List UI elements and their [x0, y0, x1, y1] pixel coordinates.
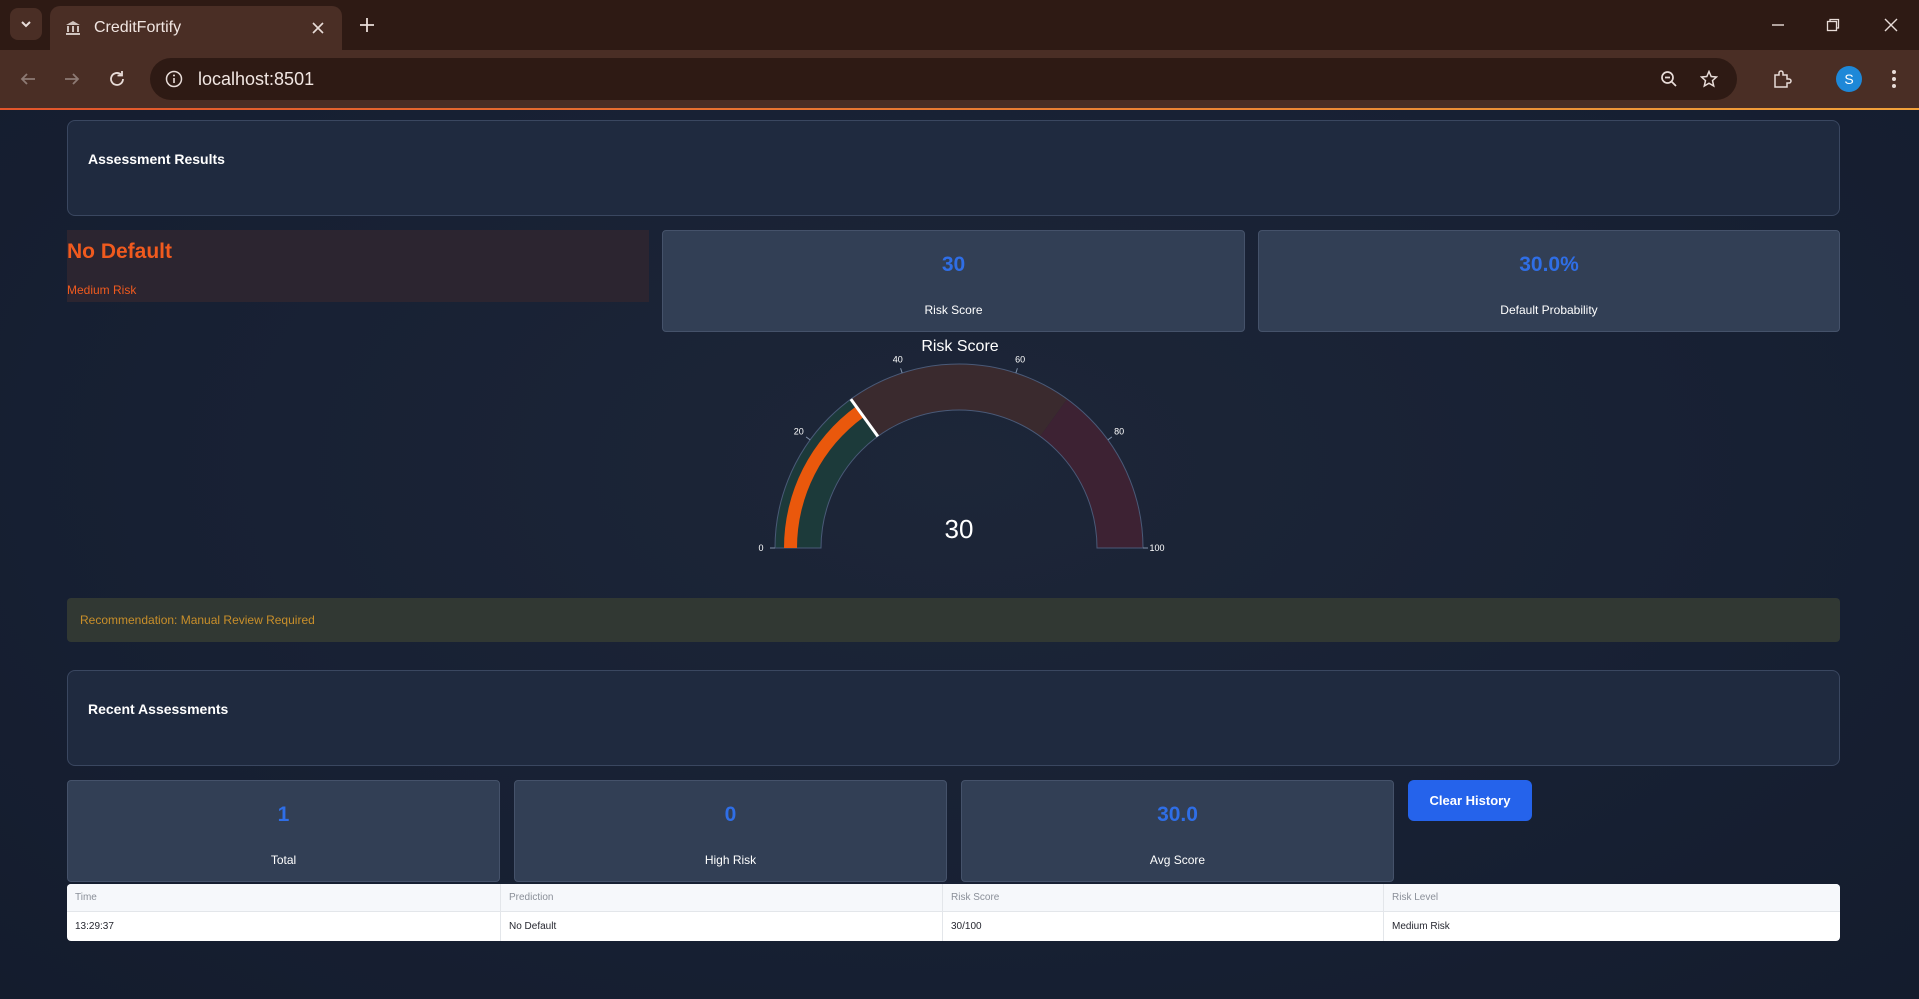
app-main: Assessment Results No Default Medium Ris…: [0, 110, 1919, 999]
gauge-tick-label: 0: [758, 543, 763, 553]
gauge-tick: [805, 436, 811, 441]
gauge-tick: [1015, 368, 1018, 374]
tab-search-button[interactable]: [10, 8, 42, 40]
assessment-results-title: Assessment Results: [88, 151, 225, 167]
risk-score-value: 30: [941, 253, 966, 276]
avg-score-value: 30.0: [1157, 803, 1198, 826]
close-tab-icon[interactable]: [308, 18, 328, 38]
more-menu-icon[interactable]: [1878, 63, 1910, 95]
browser-tabstrip: CreditFortify: [0, 0, 1919, 50]
gauge-tick-label: 100: [1149, 543, 1164, 553]
default-probability-label: Default Probability: [1500, 303, 1598, 317]
browser-tab[interactable]: CreditFortify: [50, 6, 342, 50]
avg-score-metric: 30.0 Avg Score: [961, 780, 1394, 882]
high-risk-metric: 0 High Risk: [514, 780, 947, 882]
col-header-risk-level[interactable]: Risk Level: [1384, 884, 1840, 911]
high-risk-label: High Risk: [704, 853, 757, 867]
total-value: 1: [277, 803, 290, 826]
gauge-tick-label: 80: [1114, 427, 1124, 437]
col-header-risk-score[interactable]: Risk Score: [943, 884, 1384, 911]
cell-prediction: No Default: [501, 912, 943, 941]
cell-risk-score: 30/100: [943, 912, 1384, 941]
total-metric: 1 Total: [67, 780, 500, 882]
history-table: Time Prediction Risk Score Risk Level 13…: [67, 884, 1840, 941]
high-risk-value: 0: [724, 803, 737, 826]
risk-score-gauge: Risk Score 0 20 40 60 80 100 30: [740, 338, 1180, 598]
gauge-tick: [900, 368, 903, 374]
gauge-band-1: [850, 364, 1068, 437]
url-text[interactable]: localhost:8501: [198, 69, 1643, 90]
gauge-svg: 0 20 40 60 80 100 30: [758, 356, 1164, 553]
assessment-results-card: Assessment Results: [67, 120, 1840, 216]
prediction-text: No Default: [67, 240, 172, 263]
risk-score-label: Risk Score: [924, 303, 983, 317]
browser-toolbar: localhost:8501: [0, 50, 1919, 108]
gauge-tick: [1107, 436, 1113, 441]
risk-level-text: Medium Risk: [67, 283, 137, 297]
close-window-icon[interactable]: [1873, 10, 1909, 40]
cell-risk-level: Medium Risk: [1392, 921, 1450, 932]
gauge-tick-label: 60: [1015, 356, 1025, 365]
table-row[interactable]: 13:29:37 No Default 30/100 Medium Risk: [67, 912, 1840, 941]
address-bar[interactable]: localhost:8501: [150, 58, 1737, 100]
chevron-down-icon: [21, 21, 31, 28]
minimize-icon[interactable]: [1760, 10, 1796, 40]
recent-assessments-title: Recent Assessments: [88, 701, 229, 717]
site-info-icon[interactable]: [164, 69, 184, 89]
recommendation-banner: Recommendation: Manual Review Required: [67, 598, 1840, 642]
risk-score-metric: 30 Risk Score: [662, 230, 1245, 332]
gauge-tick-label: 20: [794, 427, 804, 437]
zoom-icon[interactable]: [1655, 65, 1683, 93]
total-label: Total: [270, 853, 297, 867]
bank-icon: [64, 19, 82, 37]
table-header: Time Prediction Risk Score Risk Level: [67, 884, 1840, 912]
col-header-prediction[interactable]: Prediction: [501, 884, 943, 911]
cell-time: 13:29:37: [67, 912, 501, 941]
new-tab-icon[interactable]: [355, 13, 379, 37]
avg-score-label: Avg Score: [1149, 853, 1206, 867]
bookmark-star-icon[interactable]: [1695, 65, 1723, 93]
extensions-icon[interactable]: [1766, 63, 1798, 95]
tab-title: CreditFortify: [94, 19, 182, 36]
back-arrow-icon[interactable]: [12, 63, 44, 95]
profile-avatar[interactable]: S: [1836, 66, 1862, 92]
recommendation-text: Recommendation: Manual Review Required: [80, 613, 315, 627]
prediction-box: No Default Medium Risk: [67, 230, 649, 302]
gauge-value: 30: [945, 514, 974, 544]
col-header-time[interactable]: Time: [67, 884, 501, 911]
recent-assessments-card: Recent Assessments: [67, 670, 1840, 766]
default-probability-value: 30.0%: [1519, 253, 1579, 276]
reload-icon[interactable]: [101, 63, 133, 95]
gauge-title: Risk Score: [921, 338, 999, 355]
gauge-tick-label: 40: [893, 356, 903, 365]
forward-arrow-icon[interactable]: [56, 63, 88, 95]
default-probability-metric: 30.0% Default Probability: [1258, 230, 1840, 332]
clear-history-button[interactable]: Clear History: [1408, 780, 1532, 821]
restore-icon[interactable]: [1815, 10, 1851, 40]
